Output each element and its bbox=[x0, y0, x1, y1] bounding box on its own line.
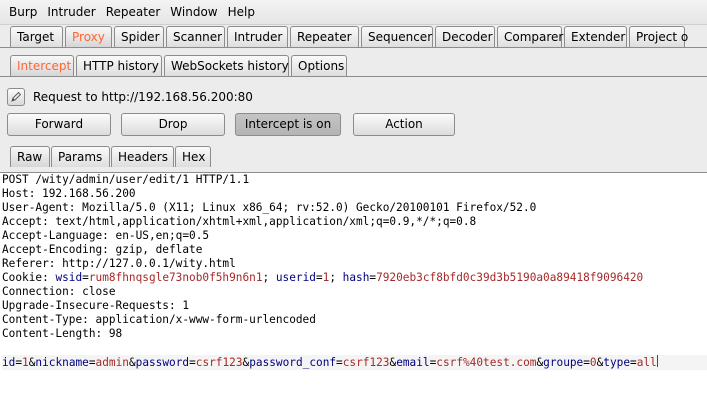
tab-headers[interactable]: Headers bbox=[111, 146, 174, 167]
header-upgrade-insecure-requests: Upgrade-Insecure-Requests: 1 bbox=[2, 299, 190, 312]
intercept-toolbar: Forward Drop Intercept is on Action bbox=[7, 113, 455, 136]
cookie-value: 7920eb3cf8bfd0c39d3b5190a0a89418f9096420 bbox=[376, 271, 644, 284]
request-info: Request to http://192.168.56.200:80 bbox=[7, 88, 253, 106]
header-content-length: Content-Length: 98 bbox=[2, 327, 123, 340]
tab-params[interactable]: Params bbox=[51, 146, 110, 167]
tab-intruder[interactable]: Intruder bbox=[227, 26, 288, 47]
main-tabbar-divider bbox=[0, 47, 707, 48]
param-name: groupe bbox=[543, 356, 584, 369]
menu-window[interactable]: Window bbox=[165, 0, 222, 24]
drop-button[interactable]: Drop bbox=[121, 113, 225, 136]
header-user-agent: User-Agent: Mozilla/5.0 (X11; Linux x86_… bbox=[2, 201, 537, 214]
header-accept-encoding: Accept-Encoding: gzip, deflate bbox=[2, 243, 203, 256]
tab-decoder[interactable]: Decoder bbox=[435, 26, 495, 47]
header-cookie: Cookie: wsid=rum8fhnqsgle73nob0f5h9n6n1;… bbox=[2, 271, 644, 284]
request-line: POST /wity/admin/user/edit/1 HTTP/1.1 bbox=[2, 173, 250, 186]
tab-sequencer[interactable]: Sequencer bbox=[361, 26, 433, 47]
proxy-tabbar-divider bbox=[0, 76, 707, 77]
param-value: 0 bbox=[589, 356, 597, 369]
tab-options[interactable]: Options bbox=[291, 55, 347, 76]
cookie-name: hash bbox=[342, 271, 370, 284]
menu-repeater[interactable]: Repeater bbox=[101, 0, 166, 24]
param-value: csrf%40test.com bbox=[436, 356, 537, 369]
tab-comparer[interactable]: Comparer bbox=[497, 26, 563, 47]
param-name: nickname bbox=[35, 356, 89, 369]
param-value: csrf123 bbox=[342, 356, 390, 369]
intercept-toggle-button[interactable]: Intercept is on bbox=[235, 113, 341, 136]
message-view-tabbar: Raw Params Headers Hex bbox=[10, 146, 213, 167]
tab-scanner[interactable]: Scanner bbox=[166, 26, 225, 47]
tab-extender[interactable]: Extender bbox=[564, 26, 627, 47]
pencil-icon bbox=[11, 91, 22, 102]
tab-spider[interactable]: Spider bbox=[114, 26, 164, 47]
cookie-name: userid bbox=[275, 271, 316, 284]
cookie-label: Cookie: bbox=[2, 271, 56, 284]
param-value: all bbox=[636, 356, 657, 369]
menu-burp[interactable]: Burp bbox=[0, 0, 42, 24]
header-content-type: Content-Type: application/x-www-form-url… bbox=[2, 313, 316, 326]
param-name: type bbox=[603, 356, 631, 369]
param-value: csrf123 bbox=[195, 356, 243, 369]
tab-proxy[interactable]: Proxy bbox=[65, 26, 112, 47]
tab-project-options[interactable]: Project o bbox=[629, 26, 688, 47]
header-accept: Accept: text/html,application/xhtml+xml,… bbox=[2, 215, 477, 228]
param-value: 1 bbox=[22, 356, 29, 369]
header-accept-language: Accept-Language: en-US,en;q=0.5 bbox=[2, 229, 210, 242]
param-name: email bbox=[396, 356, 430, 369]
param-name: password bbox=[135, 356, 190, 369]
tab-target[interactable]: Target bbox=[10, 26, 63, 47]
param-name: password_conf bbox=[249, 356, 337, 369]
cookie-name: wsid bbox=[55, 271, 83, 284]
request-editor[interactable]: POST /wity/admin/user/edit/1 HTTP/1.1 Ho… bbox=[0, 172, 707, 408]
edit-request-button[interactable] bbox=[7, 88, 25, 106]
menu-bar: Burp Intruder Repeater Window Help bbox=[0, 0, 707, 25]
main-tabbar: Target Proxy Spider Scanner Intruder Rep… bbox=[10, 26, 688, 47]
header-connection: Connection: close bbox=[2, 285, 116, 298]
request-target-label: Request to http://192.168.56.200:80 bbox=[33, 90, 253, 104]
tab-http-history[interactable]: HTTP history bbox=[76, 55, 162, 76]
header-host: Host: 192.168.56.200 bbox=[2, 187, 136, 200]
header-referer: Referer: http://127.0.0.1/wity.html bbox=[2, 257, 236, 270]
tab-hex[interactable]: Hex bbox=[175, 146, 211, 167]
tab-intercept[interactable]: Intercept bbox=[10, 55, 74, 76]
menu-help[interactable]: Help bbox=[223, 0, 260, 24]
menu-intruder[interactable]: Intruder bbox=[42, 0, 100, 24]
proxy-tabbar: Intercept HTTP history WebSockets histor… bbox=[10, 55, 349, 76]
forward-button[interactable]: Forward bbox=[7, 113, 111, 136]
param-name: id bbox=[2, 356, 16, 369]
action-button[interactable]: Action bbox=[353, 113, 455, 136]
param-value: admin bbox=[95, 356, 129, 369]
cookie-value: rum8fhnqsgle73nob0f5h9n6n1 bbox=[88, 271, 263, 284]
tab-repeater[interactable]: Repeater bbox=[290, 26, 359, 47]
tab-websockets-history[interactable]: WebSockets history bbox=[164, 55, 289, 76]
tab-raw[interactable]: Raw bbox=[10, 146, 50, 167]
text-caret bbox=[656, 355, 658, 367]
request-body: id=1&nickname=admin&password=csrf123&pas… bbox=[2, 355, 707, 370]
